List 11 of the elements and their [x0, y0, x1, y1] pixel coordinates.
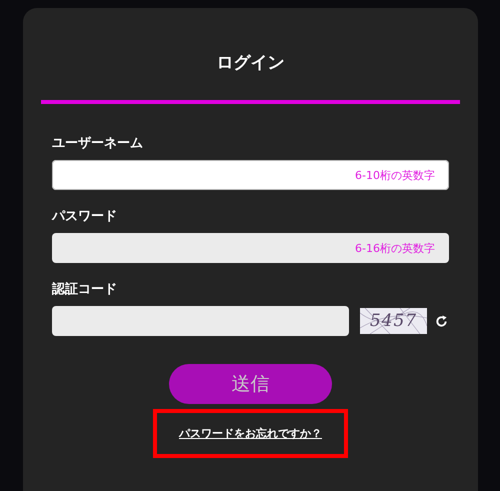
submit-button[interactable]: 送信	[169, 364, 332, 404]
field-label: パスワード	[52, 209, 118, 225]
login-title: ログイン	[216, 52, 286, 75]
input-field[interactable]: 6-16桁の英数字	[52, 233, 449, 263]
forgot-password-link[interactable]: パスワードをお忘れですか？	[179, 426, 322, 441]
refresh-icon[interactable]	[435, 314, 448, 328]
input-field[interactable]: 6-10桁の英数字	[52, 160, 449, 190]
field-label: ユーザーネーム	[52, 136, 144, 152]
field-label: 認証コード	[52, 282, 118, 298]
captcha-image[interactable]: 5457	[360, 308, 427, 334]
code-field[interactable]	[52, 306, 349, 336]
